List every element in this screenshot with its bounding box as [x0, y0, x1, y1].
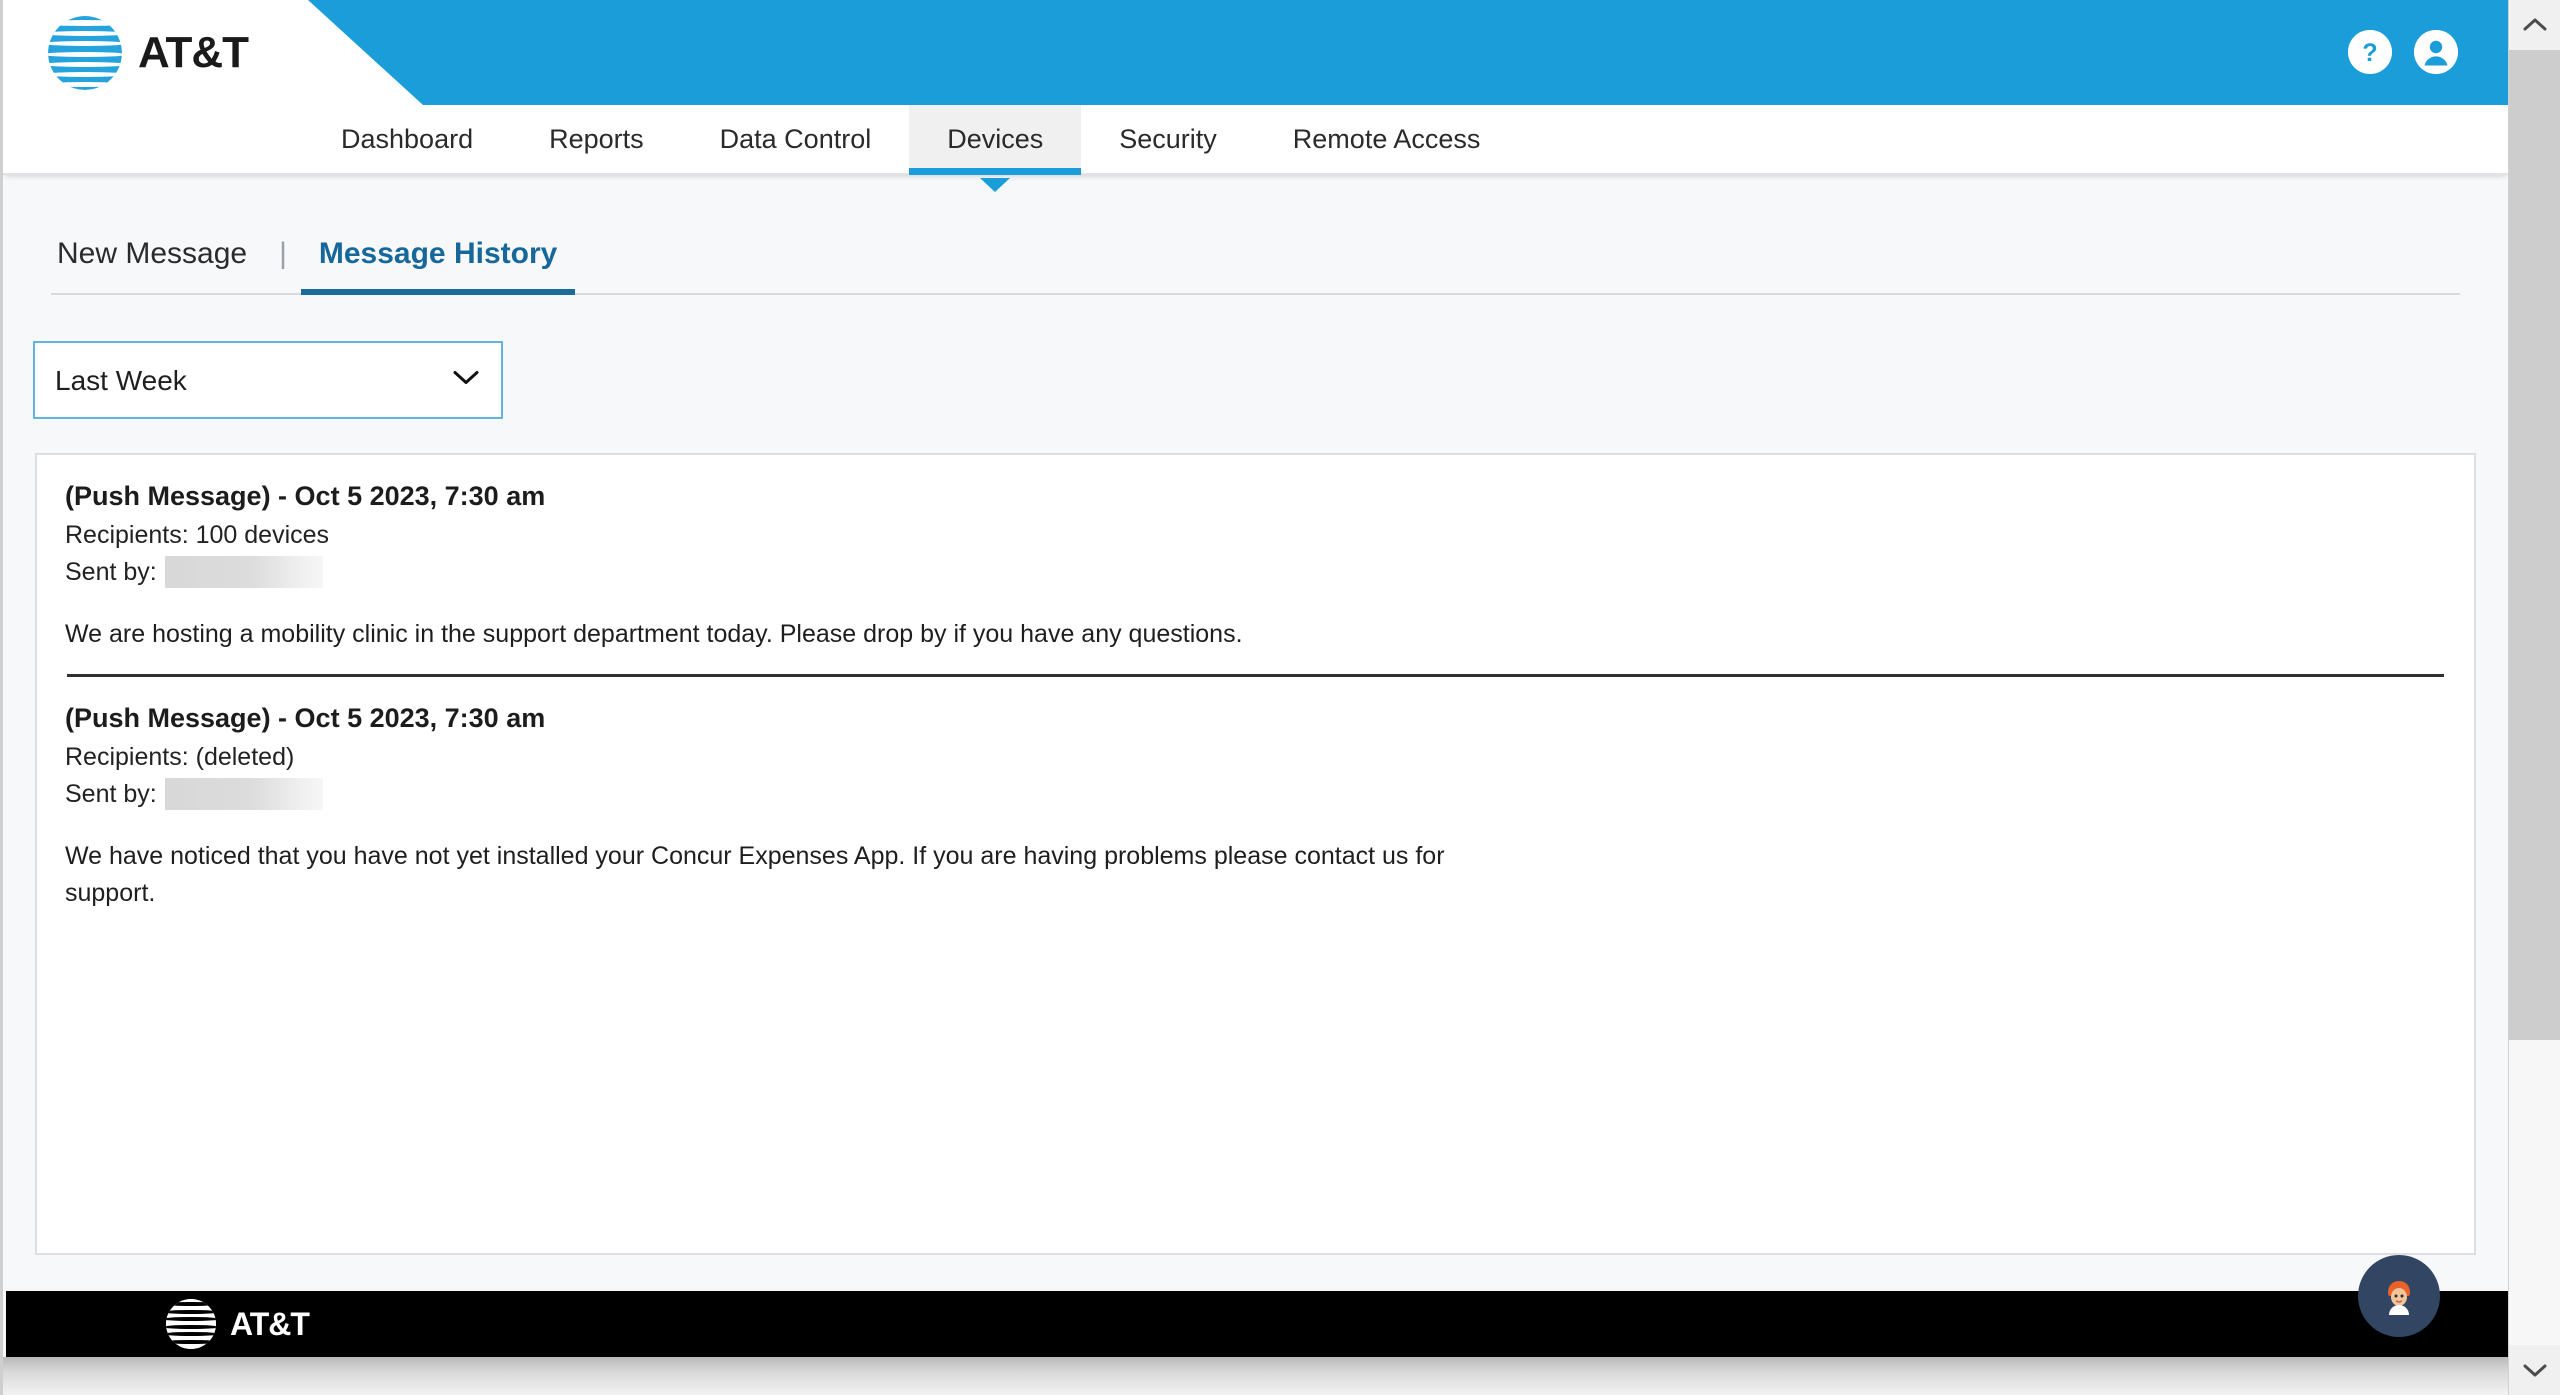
message-recipients: Recipients: (deleted) [65, 743, 2446, 772]
scrollbar-track[interactable] [2509, 50, 2560, 1345]
tab-separator: | [279, 237, 287, 270]
tab-label: Message History [318, 237, 558, 270]
topbar-icon-group: ? [2348, 30, 2458, 74]
page-viewport: AT&T ? Dashboard Reports Data Control De… [0, 0, 2508, 1395]
nav-item-devices[interactable]: Devices [909, 105, 1082, 192]
chat-assistant-button[interactable] [2358, 1255, 2440, 1337]
redacted-sender-value [164, 556, 323, 588]
page-content: New Message | Message History Last Week [3, 175, 2508, 1395]
nav-label: Dashboard [341, 123, 474, 154]
account-circle-icon[interactable] [2414, 30, 2458, 74]
sent-by-label: Sent by: [65, 779, 157, 808]
recipients-value: 100 devices [195, 521, 330, 549]
date-range-select-wrap: Last Week [33, 341, 503, 419]
nav-label: Remote Access [1292, 123, 1481, 154]
sent-by-label: Sent by: [65, 557, 157, 586]
message-title: (Push Message) - Oct 5 2023, 7:30 am [65, 481, 546, 511]
recipients-label: Recipients: [65, 743, 189, 772]
tab-label: New Message [57, 237, 248, 270]
nav-item-data-control[interactable]: Data Control [682, 105, 910, 173]
message-body: We have noticed that you have not yet in… [65, 842, 1445, 907]
nav-label: Data Control [719, 123, 872, 154]
tab-new-message[interactable]: New Message [51, 237, 253, 293]
nav-item-security[interactable]: Security [1081, 105, 1255, 173]
scroll-up-button[interactable] [2509, 0, 2560, 50]
chevron-down-icon [2523, 1364, 2547, 1377]
att-logo[interactable]: AT&T [48, 16, 249, 90]
nav-item-reports[interactable]: Reports [511, 105, 682, 173]
redacted-sender-value [164, 778, 323, 811]
help-circle-icon[interactable]: ? [2348, 30, 2392, 74]
page-footer: AT&T [6, 1291, 2508, 1357]
att-globe-icon [48, 16, 122, 90]
message-item: (Push Message) - Oct 5 2023, 7:30 am Rec… [37, 455, 2474, 664]
nav-item-dashboard[interactable]: Dashboard [303, 105, 511, 173]
message-body: We are hosting a mobility clinic in the … [65, 620, 1243, 648]
message-title: (Push Message) - Oct 5 2023, 7:30 am [65, 703, 546, 734]
window-bottom-strip [3, 1357, 2508, 1395]
message-item: (Push Message) - Oct 5 2023, 7:30 am Rec… [37, 677, 2474, 923]
top-banner: AT&T ? [3, 0, 2508, 105]
message-sent-by: Sent by: [65, 778, 2446, 811]
blue-banner-shape [308, 0, 2508, 105]
date-range-select[interactable]: Last Week [33, 341, 503, 419]
message-tabs: New Message | Message History [51, 175, 2460, 295]
vertical-scrollbar[interactable] [2508, 0, 2560, 1395]
filter-row: Last Week [33, 341, 2508, 419]
nav-item-remote-access[interactable]: Remote Access [1255, 105, 1519, 173]
active-nav-caret-icon [980, 178, 1011, 192]
message-sent-by: Sent by: [65, 556, 2446, 588]
message-history-panel: (Push Message) - Oct 5 2023, 7:30 am Rec… [35, 453, 2476, 1255]
svg-text:?: ? [2362, 39, 2377, 67]
footer-wordmark: AT&T [230, 1305, 310, 1342]
recipients-value: (deleted) [195, 743, 295, 772]
scrollbar-thumb[interactable] [2509, 50, 2560, 1040]
scroll-down-button[interactable] [2509, 1345, 2560, 1395]
nav-label: Reports [549, 123, 644, 154]
nav-label: Security [1119, 123, 1217, 154]
att-globe-icon-footer [166, 1299, 216, 1349]
nav-label: Devices [947, 123, 1044, 154]
main-navigation: Dashboard Reports Data Control Devices S… [3, 105, 2508, 192]
agent-avatar-icon [2388, 1281, 2410, 1315]
recipients-label: Recipients: [65, 521, 189, 549]
message-recipients: Recipients: 100 devices [65, 521, 2446, 550]
tab-message-history[interactable]: Message History [300, 237, 576, 295]
browser-window: AT&T ? Dashboard Reports Data Control De… [0, 0, 2560, 1395]
att-wordmark: AT&T [138, 28, 249, 77]
chevron-up-icon [2523, 18, 2547, 31]
